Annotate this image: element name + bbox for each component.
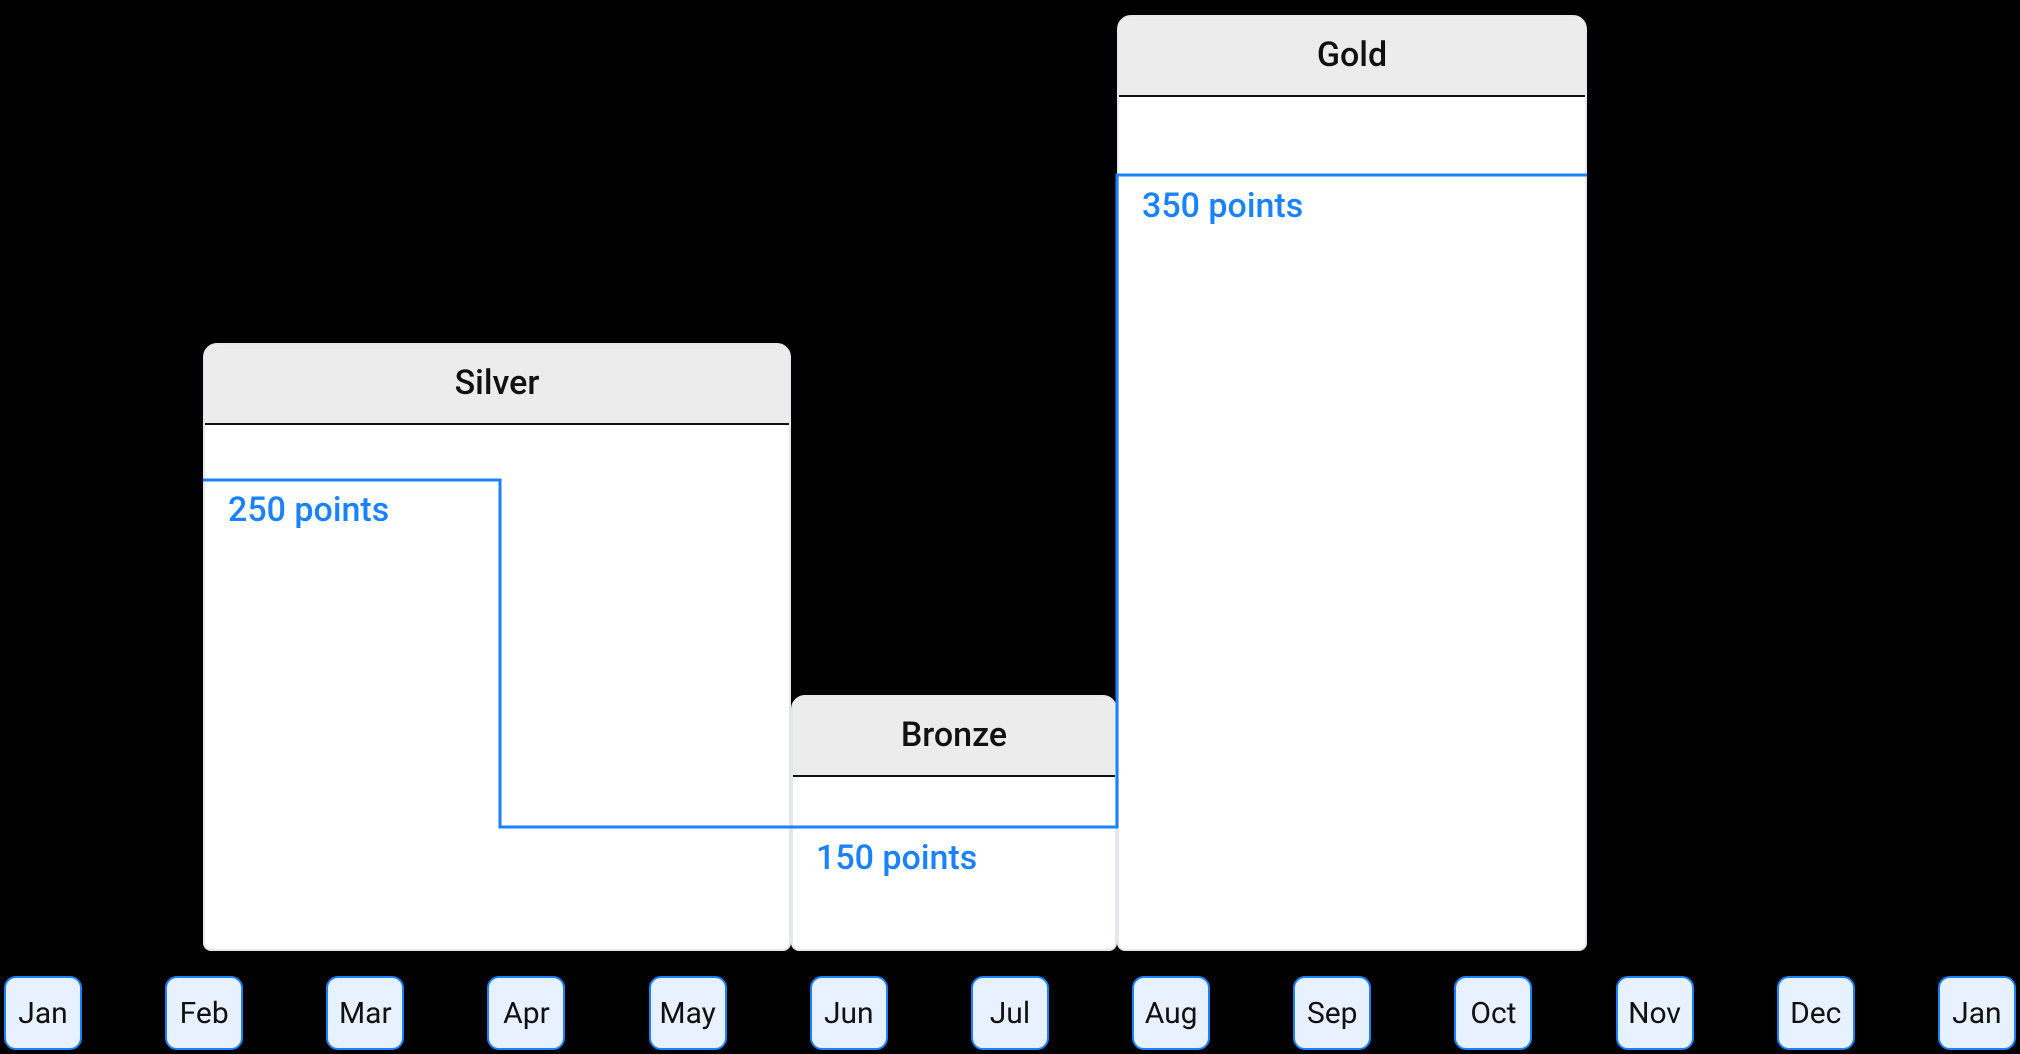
month-pill: May [649, 976, 727, 1050]
points-label-bronze: 150 points [816, 838, 977, 878]
month-pill: Jul [971, 976, 1049, 1050]
month-pill: Jun [810, 976, 888, 1050]
points-label-gold: 350 points [1142, 186, 1303, 226]
month-pill: Apr [487, 976, 565, 1050]
diagram-stage: Silver Bronze Gold 250 points 150 points… [0, 0, 2020, 1054]
month-pill: Dec [1777, 976, 1855, 1050]
month-pill: Aug [1132, 976, 1210, 1050]
month-pill: Jan [1938, 976, 2016, 1050]
month-pill: Sep [1293, 976, 1371, 1050]
month-pill: Oct [1454, 976, 1532, 1050]
months-row: Jan Feb Mar Apr May Jun Jul Aug Sep Oct … [0, 976, 2020, 1054]
month-pill: Jan [4, 976, 82, 1050]
month-pill: Nov [1616, 976, 1694, 1050]
points-label-silver: 250 points [228, 490, 389, 530]
month-pill: Feb [165, 976, 243, 1050]
month-pill: Mar [326, 976, 404, 1050]
